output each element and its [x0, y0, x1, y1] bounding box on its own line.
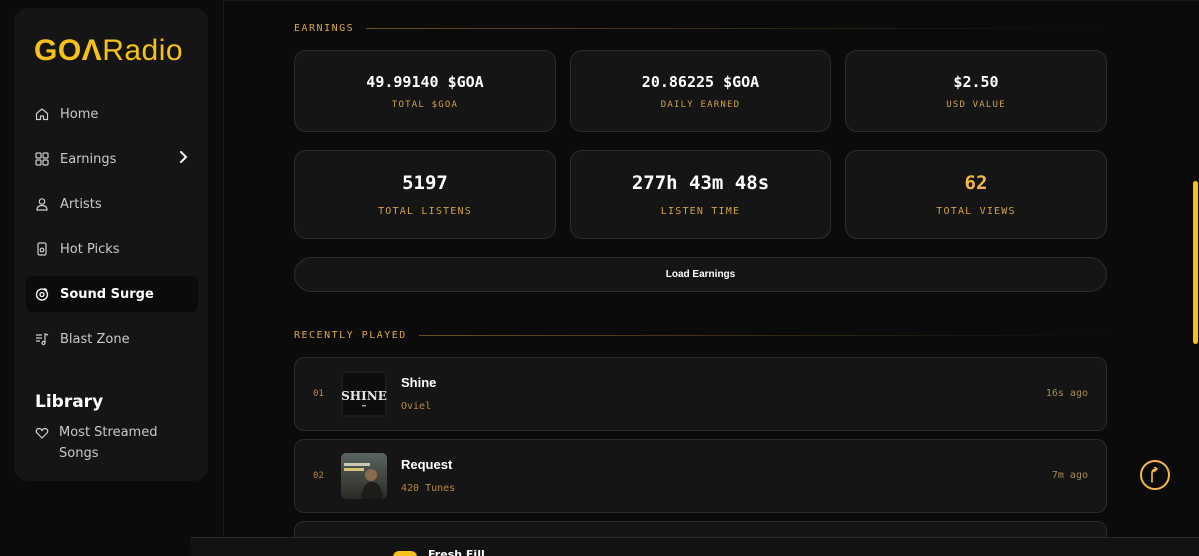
track-artist: 420 Tunes [401, 483, 456, 494]
sidebar-item-label: Hot Picks [60, 241, 120, 257]
track-title: Shine [401, 375, 437, 390]
grid-icon [35, 152, 49, 166]
heart-icon [35, 426, 49, 440]
home-icon [35, 107, 49, 121]
header-rule [418, 335, 1109, 336]
header-rule [366, 28, 1107, 29]
stat-value: 5197 [402, 172, 448, 194]
stat-value: 62 [964, 172, 988, 194]
goaradio-logo[interactable]: GOΛRadio [34, 34, 183, 68]
sidebar-item-label: Artists [60, 196, 102, 212]
sidebar-item-sound-surge[interactable]: Sound Surge [26, 276, 198, 312]
stat-card-listen-time: 277h 43m 48s LISTEN TIME [570, 150, 831, 239]
sidebar-item-blast-zone[interactable]: Blast Zone [26, 321, 198, 357]
stat-value: 49.99140 $GOA [366, 72, 484, 91]
player-thumbnail [393, 551, 417, 556]
stat-card-total-views: 62 TOTAL VIEWS [845, 150, 1107, 239]
recently-played-header: RECENTLY PLAYED [294, 330, 1109, 341]
library-item-most-streamed[interactable]: Most Streamed Songs [35, 422, 195, 464]
chevron-right-icon[interactable] [178, 150, 190, 168]
device-icon [35, 242, 49, 256]
load-earnings-button[interactable]: Load Earnings [294, 257, 1107, 292]
sidebar-item-artists[interactable]: Artists [26, 186, 198, 222]
track-number: 01 [313, 389, 324, 399]
track-time: 7m ago [1051, 470, 1088, 481]
scroll-to-top-button[interactable] [1140, 460, 1170, 490]
stat-card-total-listens: 5197 TOTAL LISTENS [294, 150, 556, 239]
stat-card-total-goa: 49.99140 $GOA TOTAL $GOA [294, 50, 556, 132]
sidebar: GOΛRadio Home Earnings Artists Hot Picks… [14, 8, 208, 481]
track-row[interactable]: 02 Request 420 Tunes 7m ago [294, 439, 1107, 513]
top-divider [224, 0, 1199, 1]
player-bar[interactable]: Fresh Fill [190, 537, 1199, 556]
stat-label: USD VALUE [946, 99, 1006, 110]
sidebar-nav: Home Earnings Artists Hot Picks Sound Su… [26, 96, 198, 366]
track-row[interactable]: 01 SHINE Shine Oviel 16s ago [294, 357, 1107, 431]
content-divider [223, 0, 224, 556]
stat-card-daily-earned: 20.86225 $GOA DAILY EARNED [570, 50, 831, 132]
user-icon [35, 197, 49, 211]
player-track-title: Fresh Fill [428, 548, 485, 556]
stat-label: TOTAL VIEWS [936, 206, 1016, 217]
stat-value: 277h 43m 48s [631, 172, 770, 194]
stat-label: TOTAL $GOA [391, 99, 459, 110]
stat-card-usd-value: $2.50 USD VALUE [845, 50, 1107, 132]
earnings-header: EARNINGS [294, 23, 1107, 34]
track-artist: Oviel [401, 401, 432, 412]
stat-value: 20.86225 $GOA [641, 72, 760, 91]
sidebar-item-label: Home [60, 106, 99, 122]
track-time: 16s ago [1045, 388, 1088, 399]
sidebar-item-home[interactable]: Home [26, 96, 198, 132]
library-item-label: Most Streamed Songs [59, 425, 158, 461]
sidebar-item-label: Earnings [60, 151, 117, 167]
stat-label: LISTEN TIME [660, 206, 741, 217]
sidebar-item-label: Blast Zone [60, 331, 130, 347]
album-art: SHINE [341, 371, 387, 417]
sidebar-item-hot-picks[interactable]: Hot Picks [26, 231, 198, 267]
earnings-header-label: EARNINGS [294, 23, 355, 34]
sidebar-item-label: Sound Surge [60, 286, 154, 302]
track-title: Request [401, 457, 453, 472]
recently-played-header-label: RECENTLY PLAYED [294, 330, 407, 341]
music-list-icon [35, 332, 49, 346]
disc-icon [35, 287, 49, 301]
sidebar-item-earnings[interactable]: Earnings [26, 141, 198, 177]
scrollbar-thumb[interactable] [1193, 181, 1198, 344]
album-art-text: SHINE [341, 389, 387, 403]
stat-value: $2.50 [953, 72, 999, 91]
track-number: 02 [313, 471, 324, 481]
stat-label: DAILY EARNED [660, 99, 741, 110]
stat-label: TOTAL LISTENS [378, 206, 472, 217]
arrow-up-icon [1151, 467, 1158, 483]
album-art [341, 453, 387, 499]
library-heading: Library [35, 392, 104, 412]
